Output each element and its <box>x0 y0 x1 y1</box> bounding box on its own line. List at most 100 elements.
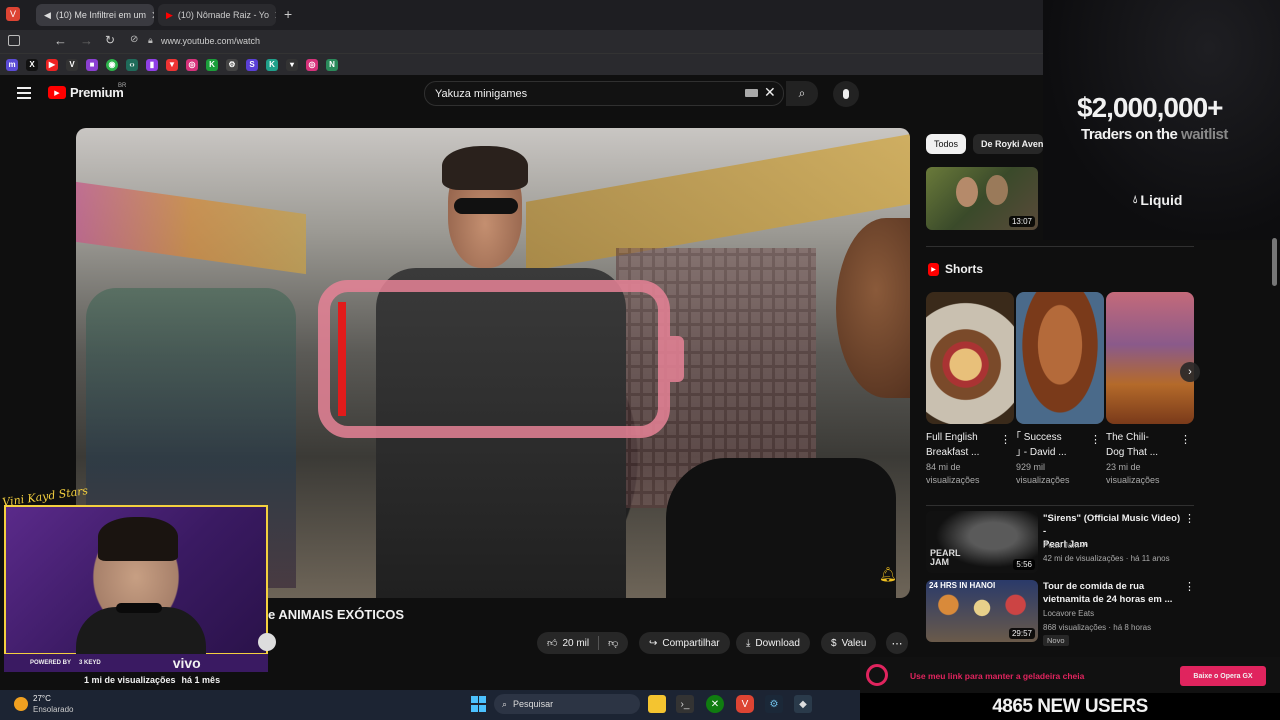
xbox-icon[interactable]: ✕ <box>706 695 724 713</box>
short-thumbnail[interactable] <box>926 292 1014 424</box>
new-users-count: 4865 NEW USERS <box>992 695 1148 717</box>
market-awning-left <box>76 181 306 275</box>
bookmark-twitch-icon[interactable]: ▮ <box>146 58 158 71</box>
vivaldi-icon[interactable]: V <box>736 695 754 713</box>
bookmark-x-icon[interactable]: X <box>26 58 38 71</box>
bookmark-vivaldi-icon[interactable]: V <box>66 58 78 71</box>
thanks-button[interactable]: $ Valeu <box>821 632 877 654</box>
tab-close-icon[interactable]: ✕ <box>274 9 276 22</box>
clear-search-icon[interactable]: ✕ <box>764 84 776 101</box>
bookmark-youtube-icon[interactable]: ▶ <box>46 58 58 71</box>
share-label: Compartilhar <box>662 637 720 649</box>
chip-all[interactable]: Todos <box>926 134 967 154</box>
mic-icon <box>843 89 849 99</box>
lock-icon: 🔒︎ <box>148 35 153 45</box>
thumbs-up-icon: 👍︎ <box>547 638 558 649</box>
divider <box>926 505 1194 506</box>
download-button[interactable]: ⤓ Download <box>736 632 810 654</box>
shorts-icon: ▶ <box>928 262 939 276</box>
promo-button[interactable]: Baixe o Opera GX <box>1180 666 1266 686</box>
weather-icon[interactable] <box>14 697 28 711</box>
steam-icon[interactable]: ⚙ <box>765 695 783 713</box>
windows-start-icon[interactable] <box>469 695 487 713</box>
chevron-right-icon: › <box>1188 366 1192 378</box>
bookmark-mastodon-icon[interactable]: m <box>6 58 18 71</box>
top-rec-thumbnail[interactable]: 13:07 <box>926 167 1038 230</box>
bookmark-gear-icon[interactable]: ⚙ <box>226 58 238 71</box>
short-menu-icon[interactable]: ⋮ <box>1090 433 1101 446</box>
ad-panel[interactable]: $2,000,000+ Traders on the waitlist 💧︎ L… <box>1043 0 1280 240</box>
bookmark-whatsapp-icon[interactable]: ◉ <box>106 58 118 71</box>
bookmark-s-icon[interactable]: S <box>246 58 258 71</box>
back-icon[interactable]: ← <box>54 33 67 48</box>
forward-icon[interactable]: → <box>80 33 93 48</box>
panel-toggle-icon[interactable] <box>8 35 20 46</box>
search-button[interactable]: ⌕ <box>786 81 818 106</box>
backpack <box>666 458 896 598</box>
bookmark-k-icon[interactable]: K <box>266 58 278 71</box>
hamburger-menu-icon[interactable] <box>17 87 31 99</box>
battery-tip <box>670 336 684 382</box>
bookmark-app-icon[interactable]: ■ <box>86 58 98 71</box>
rec-channel[interactable]: Locavore Eats <box>1043 609 1094 618</box>
streamer-webcam <box>4 505 268 657</box>
keyboard-icon[interactable] <box>745 89 758 97</box>
right-scrollbar-thumb[interactable] <box>1272 238 1277 286</box>
taskbar-search[interactable]: ⌕ Pesquisar <box>494 694 640 714</box>
voice-search-button[interactable] <box>833 81 859 107</box>
rec-title[interactable]: Tour de comida de rua vietnamita de 24 h… <box>1043 580 1183 606</box>
short-menu-icon[interactable]: ⋮ <box>1000 433 1011 446</box>
tab-close-icon[interactable]: ✕ <box>151 9 154 22</box>
share-button[interactable]: ↪ Compartilhar <box>639 632 730 654</box>
bookmark-dropdown-icon[interactable]: ▾ <box>286 58 298 71</box>
short-thumbnail[interactable] <box>1106 292 1194 424</box>
tab-active[interactable]: ◀ (10) Me Infiltrei em um ✕ <box>36 4 154 26</box>
short-title[interactable]: Full English Breakfast ... <box>926 430 1002 460</box>
new-badge: Novo <box>1043 635 1069 646</box>
youtube-logo[interactable]: ▶ Premium <box>48 85 124 100</box>
powered-by: POWERED BY <box>30 660 72 666</box>
thumbs-down-icon[interactable]: 👎︎ <box>608 637 618 649</box>
terminal-icon[interactable]: ›_ <box>676 695 694 713</box>
search-input-value: Yakuza minigames <box>435 87 528 100</box>
bookmark-kick-icon[interactable]: K <box>206 58 218 71</box>
shorts-next-button[interactable]: › <box>1180 362 1200 382</box>
rec-meta: 42 mi de visualizações · há 11 anos <box>1043 554 1170 563</box>
bookmark-notion-icon[interactable]: N <box>326 58 338 71</box>
chip-channel[interactable]: De Royki Avent <box>973 134 1043 154</box>
tab-inactive[interactable]: ▶ (10) Nômade Raiz - Yo ✕ <box>158 4 276 26</box>
host-hair <box>442 146 528 190</box>
search-input[interactable]: Yakuza minigames <box>424 81 784 106</box>
new-tab-button[interactable]: + <box>284 6 292 22</box>
rec-thumbnail[interactable]: 24 HRS IN HANOI 29:57 <box>926 580 1038 642</box>
vivaldi-menu-icon[interactable]: V <box>6 7 20 21</box>
bookmark-code-icon[interactable]: ‹› <box>126 58 138 71</box>
tab-title: (10) Me Infiltrei em um <box>55 10 146 20</box>
bookmark-instagram2-icon[interactable]: ◎ <box>306 58 318 71</box>
logo-text: Premium <box>70 85 124 100</box>
file-explorer-icon[interactable] <box>648 695 666 713</box>
verified-icon: ✔ <box>1081 541 1088 550</box>
url-field[interactable]: www.youtube.com/watch <box>161 36 260 46</box>
short-title[interactable]: ｢ Success ｣ - David ... <box>1016 430 1092 460</box>
more-actions-button[interactable]: ⋯ <box>886 632 908 654</box>
droplet-icon: 💧︎ <box>1133 193 1138 206</box>
like-button[interactable]: 👍︎ 20 mil 👎︎ <box>537 632 629 654</box>
browser-tab-bar: V ◀ (10) Me Infiltrei em um ✕ ▶ (10) Nôm… <box>0 0 1043 30</box>
bookmark-chat-icon[interactable]: ▼ <box>166 58 178 71</box>
rec-menu-icon[interactable]: ⋮ <box>1184 512 1195 525</box>
rec-menu-icon[interactable]: ⋮ <box>1184 580 1195 593</box>
short-menu-icon[interactable]: ⋮ <box>1180 433 1191 446</box>
super-thanks-icon: $ <box>831 637 837 649</box>
app-icon[interactable]: ◆ <box>794 695 812 713</box>
channel-avatar[interactable] <box>258 633 276 651</box>
ad-amount: $2,000,000+ <box>1077 92 1223 123</box>
video-duration: 5:56 <box>1013 559 1035 570</box>
short-thumbnail[interactable] <box>1016 292 1104 424</box>
bookmark-instagram-icon[interactable]: ◎ <box>186 58 198 71</box>
tracker-block-icon[interactable]: ⊘ <box>130 34 138 45</box>
rec-channel[interactable]: Pearl Jam ✔ <box>1043 541 1088 550</box>
short-title[interactable]: The Chili- Dog That ... <box>1106 430 1182 460</box>
reload-icon[interactable]: ↻ <box>105 33 115 47</box>
rec-thumbnail[interactable]: PEARL JAM 5:56 <box>926 511 1038 573</box>
